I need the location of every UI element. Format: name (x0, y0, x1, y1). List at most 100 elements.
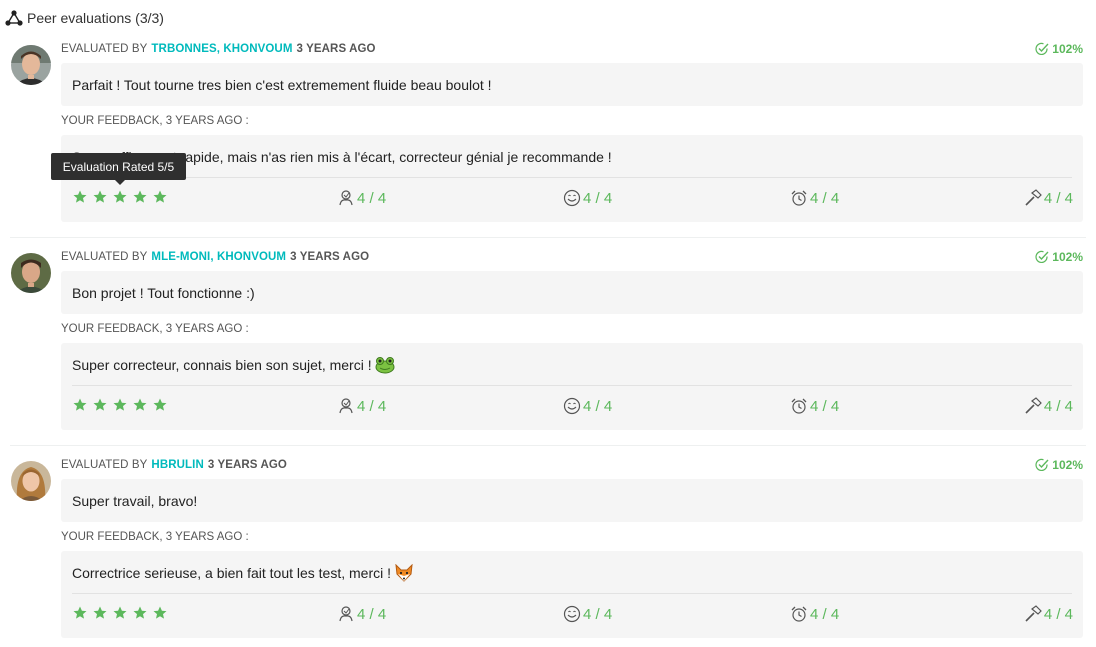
score-value: 102% (1052, 42, 1083, 56)
evaluation-header: EVALUATED BY MLE-MONI, KHONVOUM 3 YEARS … (61, 249, 369, 265)
section-title: Peer evaluations (3/3) (5, 8, 164, 28)
criterion-value: 4 / 4 (1043, 605, 1073, 623)
evaluators-link[interactable]: HBRULIN (151, 459, 203, 471)
star-icon[interactable] (112, 605, 128, 621)
section-title-label: Peer evaluations (3/3) (27, 10, 164, 26)
evaluation-divider (10, 237, 1086, 238)
ratings-row: 4 / 4 4 / 4 4 / 4 4 / 4 (72, 395, 1073, 417)
criterion-value: 4 / 4 (810, 397, 840, 415)
hammer-icon (1025, 189, 1042, 206)
star-icon[interactable] (72, 189, 88, 205)
star-icon[interactable] (152, 189, 168, 205)
avatar[interactable] (11, 461, 51, 501)
evaluated-by-label: EVALUATED BY (61, 43, 148, 55)
hammer-icon (1025, 397, 1042, 414)
star-rating[interactable] (72, 605, 168, 621)
smile-icon (563, 189, 581, 207)
alarm-clock-icon (791, 398, 807, 414)
star-icon[interactable] (132, 605, 148, 621)
feedback-box: Super correcteur, connais bien son sujet… (61, 343, 1083, 430)
criterion-value: 4 / 4 (1043, 189, 1073, 207)
star-icon[interactable] (72, 605, 88, 621)
evaluation-header: EVALUATED BY HBRULIN 3 YEARS AGO (61, 457, 287, 473)
star-icon[interactable] (152, 605, 168, 621)
evaluators-link[interactable]: TRBONNES, KHONVOUM (151, 43, 292, 55)
feedback-divider (72, 593, 1072, 594)
evaluated-by-label: EVALUATED BY (61, 251, 148, 263)
evaluation-time: 3 YEARS AGO (296, 43, 376, 55)
criterion-punctuality: 4 / 4 (790, 395, 839, 417)
criterion-smile: 4 / 4 (563, 395, 612, 417)
feedback-label: YOUR FEEDBACK, 3 YEARS AGO : (61, 115, 249, 127)
criterion-rigor: 4 / 4 (1024, 395, 1073, 417)
tooltip-arrow (115, 180, 125, 185)
star-icon[interactable] (92, 397, 108, 413)
evaluation-header: EVALUATED BY TRBONNES, KHONVOUM 3 YEARS … (61, 41, 376, 57)
criterion-value: 4 / 4 (1043, 397, 1073, 415)
feedback-text: Super correcteur, connais bien son sujet… (72, 357, 372, 373)
score: 102% (1035, 249, 1083, 265)
network-icon (5, 10, 23, 26)
feedback-box: Correctrice serieuse, a bien fait tout l… (61, 551, 1083, 638)
score: 102% (1035, 457, 1083, 473)
star-icon[interactable] (112, 397, 128, 413)
nice-icon (339, 398, 353, 414)
evaluation-time: 3 YEARS AGO (290, 251, 370, 263)
star-icon[interactable] (72, 397, 88, 413)
star-rating[interactable] (72, 189, 168, 205)
criterion-smile: 4 / 4 (563, 187, 612, 209)
check-circle-icon (1035, 458, 1049, 472)
star-icon[interactable] (92, 189, 108, 205)
avatar[interactable] (11, 45, 51, 85)
evaluated-by-label: EVALUATED BY (61, 459, 148, 471)
ratings-row: 4 / 4 4 / 4 4 / 4 4 / 4 (72, 603, 1073, 625)
ratings-row: 4 / 4 4 / 4 4 / 4 4 / 4 (72, 187, 1073, 209)
criterion-nice: 4 / 4 (337, 187, 386, 209)
evaluation-comment: Super travail, bravo! (61, 479, 1083, 522)
check-circle-icon (1035, 250, 1049, 264)
smile-icon (563, 397, 581, 415)
check-circle-icon (1035, 42, 1049, 56)
hammer-icon (1025, 605, 1042, 622)
star-icon[interactable] (92, 605, 108, 621)
avatar[interactable] (11, 253, 51, 293)
nice-icon (339, 606, 353, 622)
star-icon[interactable] (152, 397, 168, 413)
nice-icon (339, 190, 353, 206)
criterion-value: 4 / 4 (810, 605, 840, 623)
criterion-smile: 4 / 4 (563, 603, 612, 625)
frog-emoji (375, 357, 395, 374)
star-icon[interactable] (132, 397, 148, 413)
score-value: 102% (1052, 250, 1083, 264)
comment-text: Parfait ! Tout tourne tres bien c'est ex… (72, 76, 492, 93)
criterion-value: 4 / 4 (583, 605, 613, 623)
score-value: 102% (1052, 458, 1083, 472)
criterion-nice: 4 / 4 (337, 603, 386, 625)
star-icon[interactable] (112, 189, 128, 205)
comment-text: Super travail, bravo! (72, 492, 198, 509)
criterion-value: 4 / 4 (357, 605, 387, 623)
rating-tooltip: Evaluation Rated 5/5 (51, 153, 186, 185)
score: 102% (1035, 41, 1083, 57)
criterion-punctuality: 4 / 4 (790, 603, 839, 625)
criterion-value: 4 / 4 (583, 189, 613, 207)
criterion-value: 4 / 4 (357, 397, 387, 415)
feedback-divider (72, 385, 1072, 386)
criterion-rigor: 4 / 4 (1024, 603, 1073, 625)
alarm-clock-icon (791, 606, 807, 622)
feedback-text-row: Correctrice serieuse, a bien fait tout l… (72, 562, 414, 584)
criterion-rigor: 4 / 4 (1024, 187, 1073, 209)
star-rating[interactable] (72, 397, 168, 413)
criterion-value: 4 / 4 (583, 397, 613, 415)
smile-icon (563, 605, 581, 623)
evaluation-time: 3 YEARS AGO (207, 459, 287, 471)
feedback-label: YOUR FEEDBACK, 3 YEARS AGO : (61, 531, 249, 543)
tooltip-text: Evaluation Rated 5/5 (62, 159, 175, 174)
evaluation-comment: Bon projet ! Tout fonctionne :) (61, 271, 1083, 314)
evaluators-link[interactable]: MLE-MONI, KHONVOUM (151, 251, 286, 263)
evaluation-divider (10, 445, 1086, 446)
star-icon[interactable] (132, 189, 148, 205)
evaluation-comment: Parfait ! Tout tourne tres bien c'est ex… (61, 63, 1083, 106)
feedback-label: YOUR FEEDBACK, 3 YEARS AGO : (61, 323, 249, 335)
feedback-box: Super efficace et rapide, mais n'as rien… (61, 135, 1083, 222)
